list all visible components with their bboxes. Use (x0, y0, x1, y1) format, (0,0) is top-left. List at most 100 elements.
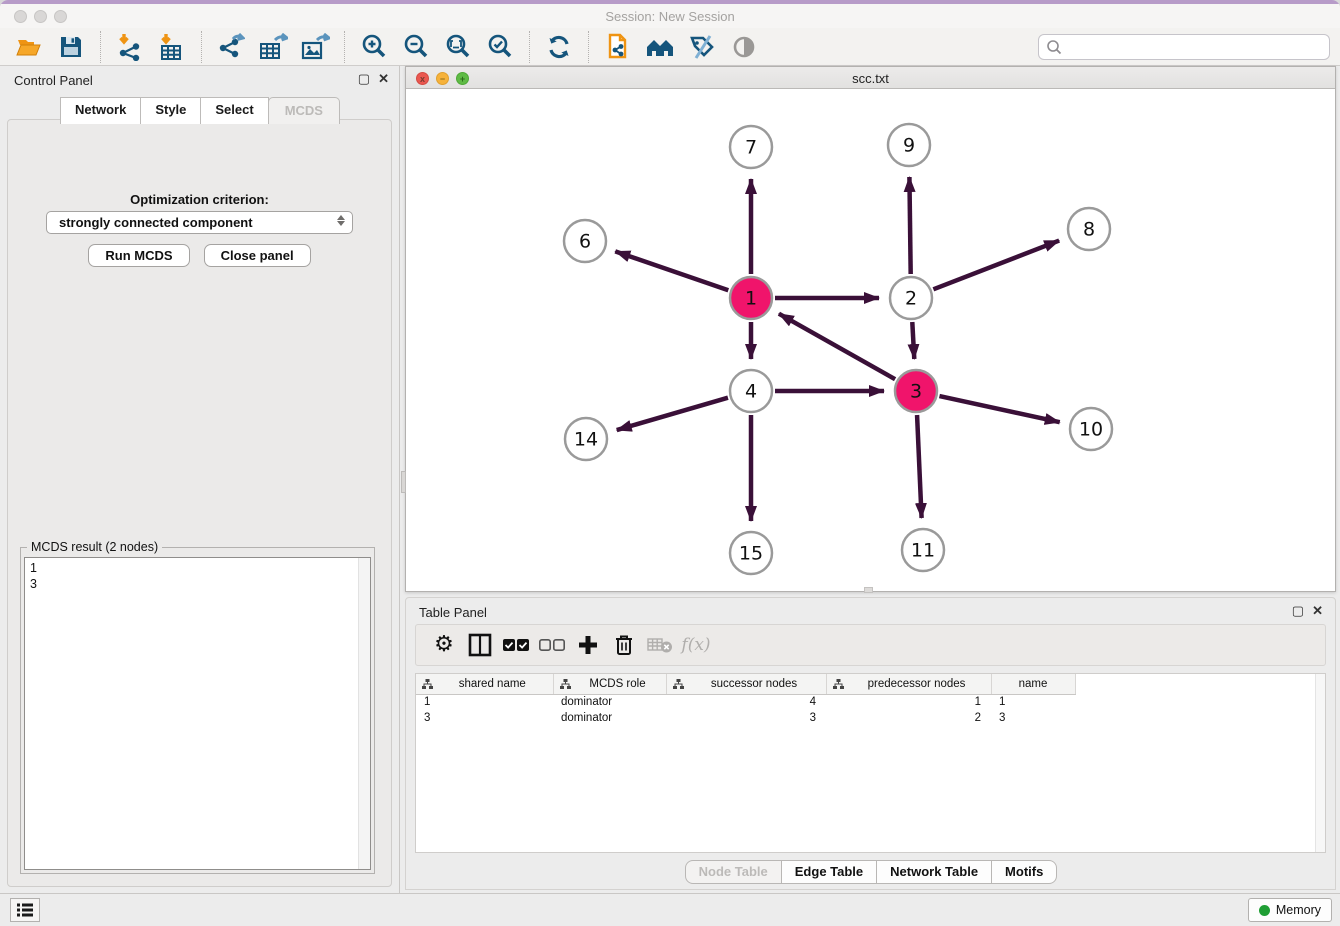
result-scrollbar[interactable] (358, 558, 370, 869)
close-panel-button[interactable]: Close panel (204, 244, 311, 267)
unselect-all-columns-icon[interactable] (534, 630, 570, 660)
network-window-titlebar[interactable]: x − + scc.txt (406, 67, 1335, 89)
tab-style[interactable]: Style (140, 97, 201, 124)
control-panel-tabs: Network Style Select MCDS (0, 97, 399, 124)
hierarchy-icon (422, 679, 433, 690)
function-builder-icon: f(x) (678, 630, 714, 660)
table-header-row: shared name MCDS role successor nodes pr… (416, 674, 1075, 694)
control-panel: Control Panel ▢ ✕ Network Style Select M… (0, 66, 400, 893)
control-panel-title: Control Panel (14, 73, 93, 88)
search-input[interactable] (1063, 37, 1329, 57)
graph-edge-1-6[interactable] (615, 251, 728, 290)
zoom-selected-icon[interactable] (483, 31, 517, 63)
toolbar-separator (201, 31, 202, 63)
memory-status-icon (1259, 905, 1270, 916)
column-header-shared-name[interactable]: shared name (416, 674, 553, 694)
show-hide-graphics-icon[interactable] (727, 31, 761, 63)
optimization-criterion-label: Optimization criterion: (8, 192, 391, 207)
task-history-button[interactable] (10, 898, 40, 922)
criterion-select[interactable]: strongly connected component (46, 211, 353, 234)
export-network-icon[interactable] (214, 31, 248, 63)
mcds-panel: Optimization criterion: strongly connect… (7, 119, 392, 887)
tab-mcds[interactable]: MCDS (268, 97, 340, 124)
toolbar-separator (529, 31, 530, 63)
graph-node-label-7: 7 (745, 137, 757, 159)
open-session-icon[interactable] (12, 31, 46, 63)
splitter-grip-vertical[interactable] (401, 471, 406, 493)
hierarchy-icon (560, 679, 571, 690)
table-toolbar: ⚙ f(x) (415, 624, 1326, 666)
graph-node-label-3: 3 (910, 381, 922, 403)
toolbar-separator (100, 31, 101, 63)
tab-select[interactable]: Select (200, 97, 268, 124)
graph-edge-2-3[interactable] (912, 322, 914, 359)
window-titlebar: Session: New Session (0, 4, 1340, 28)
table-panel: Table Panel ▢ ✕ ⚙ (405, 597, 1336, 890)
search-box[interactable] (1038, 34, 1330, 60)
tab-node-table[interactable]: Node Table (685, 860, 782, 884)
select-all-columns-icon[interactable] (498, 630, 534, 660)
window-title: Session: New Session (0, 9, 1340, 24)
memory-button[interactable]: Memory (1248, 898, 1332, 922)
tab-network-table[interactable]: Network Table (876, 860, 992, 884)
close-table-panel-icon[interactable]: ✕ (1312, 604, 1323, 618)
show-column-panel-icon[interactable] (462, 630, 498, 660)
graph-node-label-6: 6 (579, 231, 591, 253)
graph-edge-2-9[interactable] (909, 177, 910, 274)
column-header-successor-nodes[interactable]: successor nodes (666, 674, 826, 694)
select-stepper-icon (337, 215, 345, 226)
zoom-fit-icon[interactable] (441, 31, 475, 63)
column-header-predecessor-nodes[interactable]: predecessor nodes (826, 674, 991, 694)
graph-edge-4-14[interactable] (617, 398, 728, 430)
graph-edge-3-10[interactable] (939, 396, 1059, 422)
close-panel-icon[interactable]: ✕ (378, 72, 389, 86)
mcds-result-group: MCDS result (2 nodes) 1 3 (20, 547, 375, 874)
table-row[interactable]: 3dominator323 (416, 710, 1075, 726)
float-table-panel-icon[interactable]: ▢ (1292, 604, 1304, 618)
table-row[interactable]: 1dominator411 (416, 694, 1075, 710)
delete-column-icon[interactable] (606, 630, 642, 660)
column-header-name[interactable]: name (991, 674, 1075, 694)
table-settings-gear-icon[interactable]: ⚙ (426, 630, 462, 660)
tab-edge-table[interactable]: Edge Table (781, 860, 877, 884)
graph-edge-3-11[interactable] (917, 415, 922, 518)
export-image-icon[interactable] (298, 31, 332, 63)
apply-layout-icon[interactable] (542, 31, 576, 63)
network-canvas[interactable]: 7968124314101511 (406, 89, 1335, 591)
graph-edge-3-1[interactable] (779, 314, 895, 380)
graph-edge-2-8[interactable] (933, 241, 1059, 290)
mcds-result-list[interactable]: 1 3 (24, 557, 371, 870)
show-hide-labels-icon[interactable] (685, 31, 719, 63)
first-neighbors-icon[interactable] (643, 31, 677, 63)
column-header-mcds-role[interactable]: MCDS role (553, 674, 666, 694)
status-bar: Memory (0, 893, 1340, 926)
export-table-icon[interactable] (256, 31, 290, 63)
graph-node-label-10: 10 (1079, 419, 1103, 441)
import-network-icon[interactable] (113, 31, 147, 63)
tab-network[interactable]: Network (60, 97, 141, 124)
graph-node-label-2: 2 (905, 288, 917, 310)
graph-node-label-14: 14 (574, 429, 598, 451)
add-column-icon[interactable] (570, 630, 606, 660)
table-panel-title: Table Panel (419, 605, 487, 620)
save-session-icon[interactable] (54, 31, 88, 63)
table-scrollbar[interactable] (1315, 674, 1325, 852)
tab-motifs[interactable]: Motifs (991, 860, 1057, 884)
network-graph[interactable]: 7968124314101511 (406, 89, 1335, 592)
search-icon (1045, 38, 1063, 56)
float-panel-icon[interactable]: ▢ (358, 72, 370, 86)
mcds-result-item: 1 (30, 560, 365, 576)
table-tabs: Node Table Edge Table Network Table Moti… (406, 860, 1335, 884)
import-table-icon[interactable] (155, 31, 189, 63)
toolbar-separator (344, 31, 345, 63)
splitter-grip-horizontal[interactable] (864, 587, 873, 593)
network-window-title: scc.txt (406, 71, 1335, 86)
graph-node-label-9: 9 (903, 135, 915, 157)
new-network-from-selection-icon[interactable] (601, 31, 635, 63)
run-mcds-button[interactable]: Run MCDS (88, 244, 189, 267)
graph-node-label-15: 15 (739, 543, 763, 565)
zoom-out-icon[interactable] (399, 31, 433, 63)
node-table[interactable]: shared name MCDS role successor nodes pr… (415, 673, 1326, 853)
memory-label: Memory (1276, 903, 1321, 917)
zoom-in-icon[interactable] (357, 31, 391, 63)
